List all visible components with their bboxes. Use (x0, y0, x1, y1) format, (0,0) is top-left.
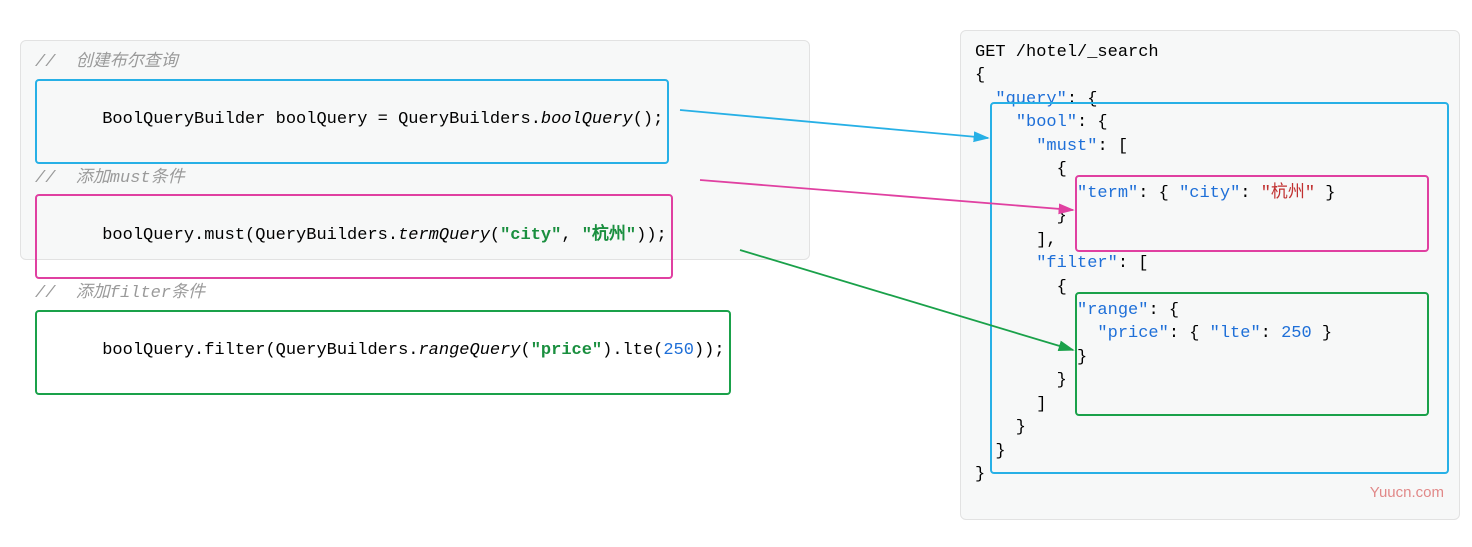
code-text: BoolQueryBuilder boolQuery = QueryBuilde… (102, 110, 541, 129)
code-text: { (975, 278, 1067, 297)
code-text: : { (1138, 184, 1179, 203)
code-text: "range" (1077, 301, 1148, 320)
java-must-line: boolQuery.must(QueryBuilders.termQuery("… (35, 194, 673, 279)
code-text: ] (975, 395, 1046, 414)
code-text: : [ (1118, 254, 1149, 273)
watermark: Yuucn.com (1370, 484, 1444, 501)
code-text: } (975, 418, 1026, 437)
code-text: "city" (500, 226, 561, 245)
code-text: "city" (1179, 184, 1240, 203)
code-text: "bool" (1016, 113, 1077, 132)
json-code: GET /hotel/_search { "query": { "bool": … (975, 41, 1445, 487)
code-text: "must" (1036, 137, 1097, 156)
code-text: : (1261, 324, 1281, 343)
code-text: boolQuery.filter(QueryBuilders. (102, 341, 418, 360)
code-text (975, 324, 1097, 343)
code-text: "lte" (1210, 324, 1261, 343)
code-text: : { (1169, 324, 1210, 343)
comment-bool: // 创建布尔查询 (35, 51, 795, 78)
code-text: "filter" (1036, 254, 1118, 273)
code-text: rangeQuery (418, 341, 520, 360)
code-text: )); (694, 341, 725, 360)
code-text: "price" (531, 341, 602, 360)
code-text: GET /hotel/_search (975, 43, 1159, 62)
code-text: "query" (995, 90, 1066, 109)
code-text: )); (636, 226, 667, 245)
code-text: } (975, 207, 1067, 226)
code-text (975, 90, 995, 109)
code-text: ).lte( (602, 341, 663, 360)
code-text: : { (1148, 301, 1179, 320)
code-text: } (975, 442, 1006, 461)
code-text: ( (521, 341, 531, 360)
code-text: "杭州" (1261, 184, 1315, 203)
code-text: ( (490, 226, 500, 245)
code-text: "price" (1097, 324, 1168, 343)
code-text: : { (1067, 90, 1098, 109)
code-text: ], (975, 231, 1057, 250)
code-text: "term" (1077, 184, 1138, 203)
comment-filter: // 添加filter条件 (35, 282, 795, 309)
code-text: "杭州" (582, 226, 636, 245)
root: // 创建布尔查询 BoolQueryBuilder boolQuery = Q… (20, 20, 1452, 507)
code-text: } (975, 348, 1087, 367)
json-dsl-panel: GET /hotel/_search { "query": { "bool": … (960, 30, 1460, 520)
java-code-panel: // 创建布尔查询 BoolQueryBuilder boolQuery = Q… (20, 40, 810, 260)
code-text: : [ (1097, 137, 1128, 156)
code-text: 250 (663, 341, 694, 360)
code-text: termQuery (398, 226, 490, 245)
code-text: } (1315, 184, 1335, 203)
code-text: } (975, 371, 1067, 390)
java-bool-line: BoolQueryBuilder boolQuery = QueryBuilde… (35, 79, 669, 164)
code-text (975, 113, 1016, 132)
comment-must: // 添加must条件 (35, 167, 795, 194)
code-text (975, 137, 1036, 156)
code-text: { (975, 160, 1067, 179)
code-text (975, 301, 1077, 320)
code-text (975, 184, 1077, 203)
code-text: (); (633, 110, 664, 129)
code-text: boolQuery.must(QueryBuilders. (102, 226, 398, 245)
code-text: : { (1077, 113, 1108, 132)
code-text: { (975, 66, 985, 85)
code-text: , (561, 226, 581, 245)
code-text: boolQuery (541, 110, 633, 129)
code-text: : (1240, 184, 1260, 203)
code-text (975, 254, 1036, 273)
java-filter-line: boolQuery.filter(QueryBuilders.rangeQuer… (35, 310, 731, 395)
code-text: 250 (1281, 324, 1312, 343)
code-text: } (975, 465, 985, 484)
code-text: } (1312, 324, 1332, 343)
